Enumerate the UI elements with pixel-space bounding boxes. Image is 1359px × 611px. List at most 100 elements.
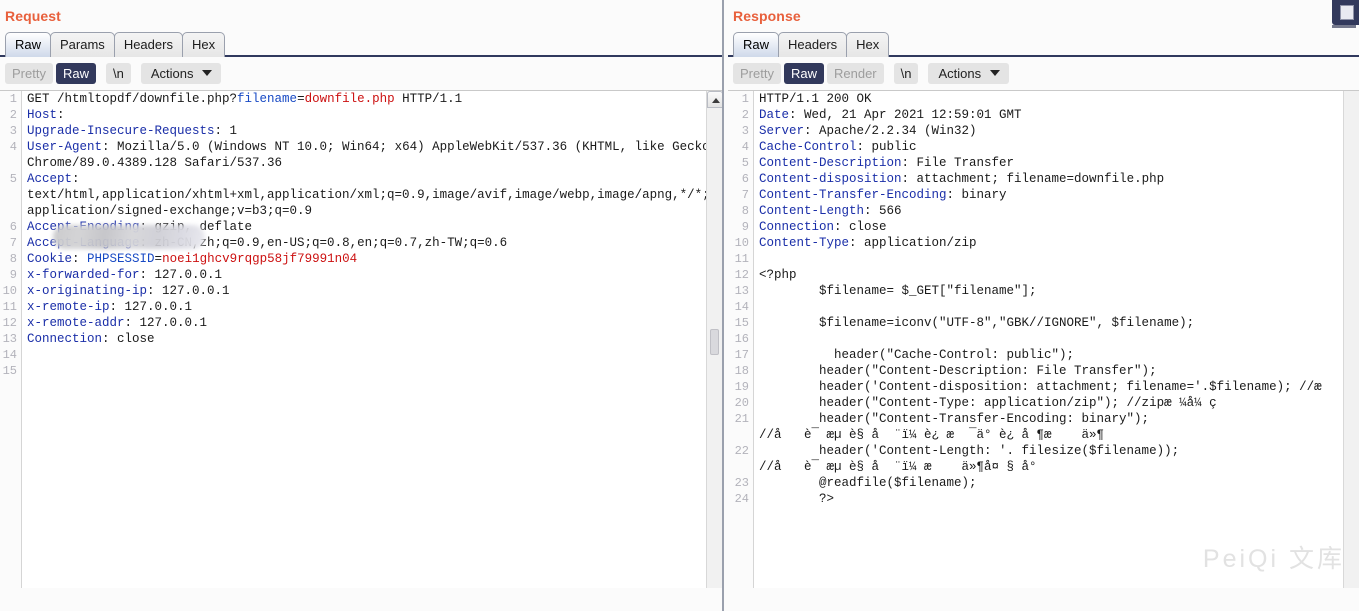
- response-tab-headers[interactable]: Headers: [778, 32, 848, 57]
- code-token: =: [297, 92, 305, 106]
- request-tab-params[interactable]: Params: [50, 32, 115, 57]
- response-code-line[interactable]: Content-Description: File Transfer: [759, 155, 1359, 171]
- request-actions-button[interactable]: Actions: [140, 63, 222, 84]
- response-render-button[interactable]: Render: [826, 63, 884, 84]
- request-code-line[interactable]: x-remote-addr: 127.0.0.1: [27, 315, 722, 331]
- code-token: x-originating-ip: [27, 284, 148, 298]
- response-code-line[interactable]: header("Cache-Control: public");: [759, 347, 1359, 363]
- response-raw-button[interactable]: Raw: [783, 63, 824, 84]
- line-number: 20: [734, 396, 749, 410]
- code-token: <?php: [759, 268, 797, 282]
- code-token: Content-Description: [759, 156, 902, 170]
- response-code-line[interactable]: header("Content-Description: File Transf…: [759, 363, 1359, 379]
- request-scroll-thumb[interactable]: [710, 329, 719, 355]
- line-number: 13: [734, 284, 749, 298]
- response-tab-hex[interactable]: Hex: [846, 32, 890, 57]
- request-newline-button[interactable]: \n: [105, 63, 131, 84]
- response-code-line[interactable]: Content-Type: application/zip: [759, 235, 1359, 251]
- response-code-line[interactable]: HTTP/1.1 200 OK: [759, 91, 1359, 107]
- request-code-line[interactable]: application/signed-exchange;v=b3;q=0.9: [27, 203, 722, 219]
- response-code-line[interactable]: ?>: [759, 491, 1359, 507]
- code-token: Content-Length: [759, 204, 865, 218]
- response-code-line[interactable]: $filename= $_GET["filename"];: [759, 283, 1359, 299]
- line-number: 6: [741, 172, 749, 186]
- code-token: : 127.0.0.1: [147, 284, 230, 298]
- request-code-line[interactable]: [27, 347, 722, 363]
- response-code-line[interactable]: Server: Apache/2.2.34 (Win32): [759, 123, 1359, 139]
- request-code-line[interactable]: x-originating-ip: 127.0.0.1: [27, 283, 722, 299]
- chevron-down-icon: [202, 70, 213, 76]
- request-tab-hex[interactable]: Hex: [181, 32, 226, 57]
- code-token: $filename= $_GET["filename"];: [759, 284, 1037, 298]
- request-editor[interactable]: 1234 5 6 7 8 9 10 11 12 13 14 15 GET /htmltopdf/d…: [0, 90, 722, 588]
- code-token: //å è¯ æµ è§ å ¨ï¼ æ ä»¶å¤ § å°: [759, 460, 1037, 474]
- detach-panel-button[interactable]: [1332, 0, 1359, 25]
- line-number: 11: [2, 300, 17, 314]
- request-code-line[interactable]: x-remote-ip: 127.0.0.1: [27, 299, 722, 315]
- response-code-line[interactable]: //å è¯ æµ è§ å ¨ï¼ æ ä»¶å¤ § å°: [759, 459, 1359, 475]
- code-token: HTTP/1.1 200 OK: [759, 92, 872, 106]
- line-number: 9: [9, 268, 17, 282]
- response-code-line[interactable]: header('Content-disposition: attachment;…: [759, 379, 1359, 395]
- response-newline-button[interactable]: \n: [893, 63, 919, 84]
- response-code-line[interactable]: [759, 251, 1359, 267]
- request-vertical-scrollbar[interactable]: [706, 91, 722, 588]
- request-code-line[interactable]: Connection: close: [27, 331, 722, 347]
- line-number: 15: [734, 316, 749, 330]
- response-code-line[interactable]: //å è¯ æµ è§ å ¨ï¼ è¿ æ ¯ä° è¿ å ¶æ ä»¶: [759, 427, 1359, 443]
- response-code-line[interactable]: header("Content-Type: application/zip");…: [759, 395, 1359, 411]
- code-token: Connection: [27, 332, 103, 346]
- line-number: 11: [734, 252, 749, 266]
- code-token: Server: [759, 124, 805, 138]
- response-code-line[interactable]: Connection: close: [759, 219, 1359, 235]
- request-tab-raw[interactable]: Raw: [5, 32, 52, 57]
- panel-divider[interactable]: [722, 0, 724, 611]
- request-code-line[interactable]: x-forwarded-for: 127.0.0.1: [27, 267, 722, 283]
- request-pretty-button[interactable]: Pretty: [5, 63, 53, 84]
- request-code-line[interactable]: Host:: [27, 107, 722, 123]
- response-code-line[interactable]: header("Content-Transfer-Encoding: binar…: [759, 411, 1359, 427]
- code-token: : close: [102, 332, 155, 346]
- code-token: : 1: [214, 124, 238, 138]
- request-code-area[interactable]: GET /htmltopdf/downfile.php?filename=dow…: [23, 91, 722, 588]
- request-code-line[interactable]: text/html,application/xhtml+xml,applicat…: [27, 187, 722, 203]
- response-tab-raw[interactable]: Raw: [733, 32, 780, 57]
- request-code-line[interactable]: User-Agent: Mozilla/5.0 (Windows NT 10.0…: [27, 139, 722, 155]
- code-token: :: [57, 108, 73, 122]
- code-token: GET /htmltopdf/downfile.php?: [27, 92, 238, 106]
- response-code-area[interactable]: HTTP/1.1 200 OK Date: Wed, 21 Apr 2021 12…: [755, 91, 1359, 588]
- response-code-line[interactable]: header('Content-Length: '. filesize($fil…: [759, 443, 1359, 459]
- response-pretty-button[interactable]: Pretty: [733, 63, 781, 84]
- code-token: : 566: [864, 204, 902, 218]
- request-code-line[interactable]: Cookie: PHPSESSID=noei1ghcv9rqgp58jf7999…: [27, 251, 722, 267]
- response-code-line[interactable]: [759, 299, 1359, 315]
- response-code-line[interactable]: Content-Transfer-Encoding: binary: [759, 187, 1359, 203]
- response-code-line[interactable]: @readfile($filename);: [759, 475, 1359, 491]
- response-code-line[interactable]: [759, 331, 1359, 347]
- response-code-line[interactable]: Date: Wed, 21 Apr 2021 12:59:01 GMT: [759, 107, 1359, 123]
- code-token: Date: [759, 108, 790, 122]
- scroll-up-arrow-icon[interactable]: [707, 91, 722, 108]
- line-number: 1: [9, 92, 17, 106]
- request-code-line[interactable]: [27, 363, 722, 379]
- response-code-line[interactable]: Cache-Control: public: [759, 139, 1359, 155]
- response-editor[interactable]: 1 2 3 4 5 6 7 8 9 10 11 12 13 14 15 16 17 18 19 20 21 22 23 2…: [728, 90, 1359, 588]
- request-code-line[interactable]: Accept:: [27, 171, 722, 187]
- code-token: header("Content-Transfer-Encoding: binar…: [759, 412, 1150, 426]
- request-tab-headers[interactable]: Headers: [113, 32, 183, 57]
- line-number: 2: [9, 108, 17, 122]
- response-code-line[interactable]: $filename=iconv("UTF-8","GBK//IGNORE", $…: [759, 315, 1359, 331]
- response-code-line[interactable]: Content-Length: 566: [759, 203, 1359, 219]
- code-token: User-Agent: [27, 140, 103, 154]
- response-code-line[interactable]: <?php: [759, 267, 1359, 283]
- code-token: Cookie: [27, 252, 73, 266]
- request-raw-button[interactable]: Raw: [55, 63, 96, 84]
- request-code-line[interactable]: Chrome/89.0.4389.128 Safari/537.36: [27, 155, 722, 171]
- code-token: =: [154, 252, 163, 266]
- response-vertical-scrollbar[interactable]: [1343, 91, 1359, 588]
- response-code-line[interactable]: Content-disposition: attachment; filenam…: [759, 171, 1359, 187]
- response-actions-button[interactable]: Actions: [928, 63, 1010, 84]
- code-token: downfile.php: [304, 92, 395, 106]
- request-code-line[interactable]: GET /htmltopdf/downfile.php?filename=dow…: [27, 91, 722, 107]
- request-code-line[interactable]: Upgrade-Insecure-Requests: 1: [27, 123, 722, 139]
